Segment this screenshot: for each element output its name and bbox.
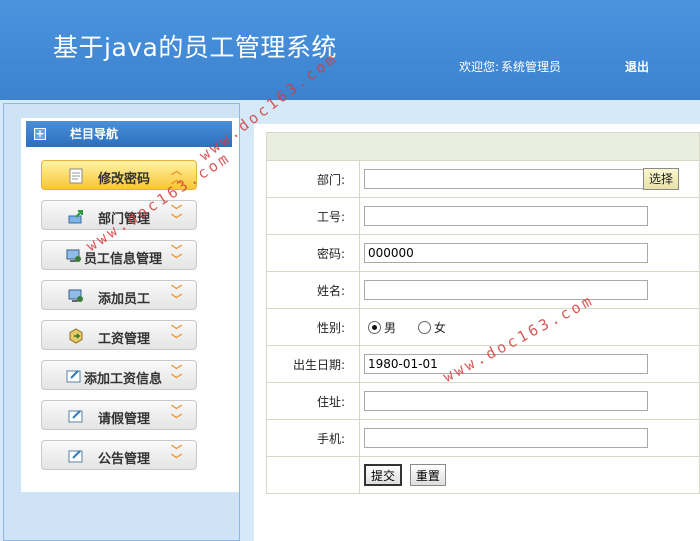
gender-female-radio[interactable] xyxy=(417,320,431,334)
chevron-down-icon: ﹀ ﹀ xyxy=(171,284,182,306)
chevron-down-icon: ﹀ ﹀ xyxy=(171,444,182,466)
address-label: 住址: xyxy=(266,382,360,420)
nav-title: 栏目导航 xyxy=(70,127,119,141)
main-content: 部门: 工号: 密码: 姓名: 性别: 男 女 出生日期: 住址: xyxy=(254,124,700,541)
export-icon xyxy=(68,210,83,224)
employee-no-label: 工号: xyxy=(266,197,360,235)
sidebar-item-leave[interactable]: 请假管理 ﹀ ﹀ xyxy=(41,400,197,430)
gender-male-label: 男 xyxy=(384,320,397,335)
hexagon-box-icon xyxy=(69,328,83,344)
address-field[interactable] xyxy=(364,391,648,411)
chevron-down-icon: ﹀ ﹀ xyxy=(171,324,182,346)
nav-header: + 栏目导航 xyxy=(26,121,232,147)
reset-button[interactable]: 重置 xyxy=(409,464,446,486)
chevron-down-icon: ﹀ ﹀ xyxy=(171,404,182,426)
phone-field[interactable] xyxy=(364,428,648,448)
app-header: 基于java的员工管理系统 欢迎您: 系统管理员 退出 xyxy=(0,0,700,100)
computer-user-icon xyxy=(66,249,81,262)
app-title: 基于java的员工管理系统 xyxy=(53,33,337,62)
sidebar-item-label: 修改密码 xyxy=(98,172,151,187)
actions-spacer xyxy=(266,456,360,494)
sidebar-item-salary[interactable]: 工资管理 ﹀ ﹀ xyxy=(41,320,197,350)
notepad-icon xyxy=(69,168,83,184)
edit-doc-icon xyxy=(68,410,83,423)
department-label: 部门: xyxy=(266,160,360,198)
sidebar-item-add-salary[interactable]: 添加工资信息 ﹀ ﹀ xyxy=(41,360,197,390)
chevron-down-icon: ﹀ ﹀ xyxy=(171,244,182,266)
edit-doc-icon xyxy=(66,370,81,383)
gender-label: 性别: xyxy=(266,308,360,346)
gender-male-radio[interactable] xyxy=(368,320,381,334)
employee-no-field[interactable] xyxy=(364,206,648,226)
gender-female-label: 女 xyxy=(433,320,446,335)
password-field[interactable] xyxy=(364,243,648,263)
phone-label: 手机: xyxy=(266,419,360,457)
logout-link[interactable]: 退出 xyxy=(625,58,649,75)
password-label: 密码: xyxy=(266,234,360,272)
select-department-button[interactable]: 选择 xyxy=(643,168,679,190)
welcome-text: 欢迎您: 系统管理员 xyxy=(459,58,561,75)
edit-doc-icon xyxy=(68,450,83,463)
name-label: 姓名: xyxy=(266,271,360,309)
employee-form: 部门: 工号: 密码: 姓名: 性别: 男 女 出生日期: 住址: xyxy=(266,132,700,494)
form-caption-bar xyxy=(266,132,700,161)
current-user: 系统管理员 xyxy=(501,60,562,74)
birthdate-label: 出生日期: xyxy=(266,345,360,383)
chevron-down-icon: ﹀ ﹀ xyxy=(171,204,182,226)
department-field[interactable] xyxy=(364,169,648,189)
sidebar-item-label: 工资管理 xyxy=(98,332,151,347)
expand-icon[interactable]: + xyxy=(34,128,46,140)
sidebar-item-label: 请假管理 xyxy=(98,412,151,427)
sidebar-item-announcement[interactable]: 公告管理 ﹀ ﹀ xyxy=(41,440,197,470)
name-field[interactable] xyxy=(364,280,648,300)
sidebar-item-label: 添加工资信息 xyxy=(84,372,163,387)
chevron-down-icon: ﹀ ﹀ xyxy=(171,364,182,386)
sidebar-item-label: 添加员工 xyxy=(98,292,151,307)
sidebar-item-employee-info[interactable]: 员工信息管理 ﹀ ﹀ xyxy=(41,240,197,270)
sidebar-item-add-employee[interactable]: 添加员工 ﹀ ﹀ xyxy=(41,280,197,310)
sidebar-item-label: 公告管理 xyxy=(98,452,151,467)
birthdate-field[interactable] xyxy=(364,354,648,374)
welcome-label: 欢迎您: xyxy=(459,60,500,74)
submit-button[interactable]: 提交 xyxy=(364,464,403,486)
computer-user-icon xyxy=(68,289,83,302)
